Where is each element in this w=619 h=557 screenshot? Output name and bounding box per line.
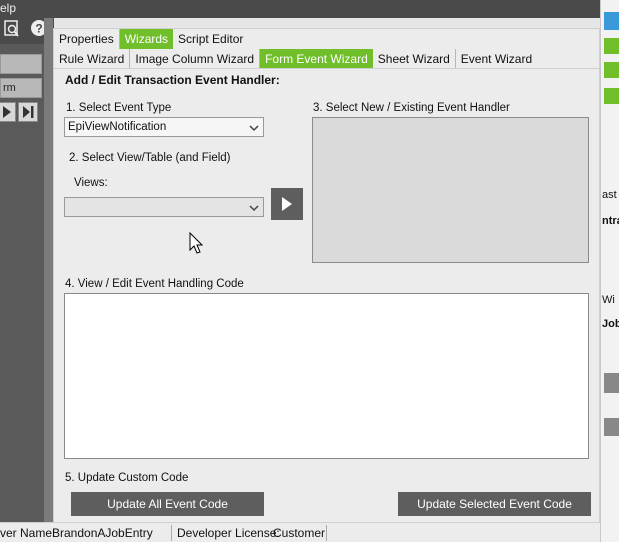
- status-license-value: Customer: [273, 526, 326, 540]
- add-view-button[interactable]: [271, 188, 303, 220]
- background-field-1[interactable]: [0, 54, 42, 74]
- status-license-label: Developer License:: [177, 526, 280, 540]
- status-bar: ver Name: BrandonAJobEntry Developer Lic…: [0, 522, 600, 542]
- tab-wizards[interactable]: Wizards: [119, 29, 174, 49]
- tab-sheet-wizard[interactable]: Sheet Wizard: [373, 49, 456, 68]
- event-type-select[interactable]: EpiViewNotification: [64, 117, 264, 137]
- views-select[interactable]: [64, 197, 264, 217]
- status-user-value: BrandonAJobEntry: [52, 526, 153, 540]
- dialog-left-edge: [44, 18, 53, 542]
- tab-image-column-wizard[interactable]: Image Column Wizard: [130, 49, 261, 68]
- help-menu[interactable]: elp: [0, 1, 16, 15]
- chevron-down-icon: [249, 121, 259, 139]
- views-label: Views:: [74, 177, 108, 189]
- tab-event-wizard[interactable]: Event Wizard: [456, 49, 537, 68]
- main-tab-strip: Properties Wizards Script Editor: [54, 29, 248, 49]
- background-app-right: ast I ntra Wi Job: [600, 0, 619, 557]
- event-type-value: EpiViewNotification: [68, 121, 167, 133]
- background-menubar: elp: [0, 0, 619, 18]
- event-code-editor[interactable]: [64, 293, 589, 459]
- window-bottom-edge: [0, 542, 619, 557]
- step2-label: 2. Select View/Table (and Field): [69, 152, 231, 164]
- status-user-label: ver Name:: [0, 526, 56, 540]
- play-arrow-icon: [271, 197, 303, 223]
- step3-label: 3. Select New / Existing Event Handler: [313, 102, 510, 114]
- tab-properties[interactable]: Properties: [54, 29, 120, 49]
- update-all-event-code-button[interactable]: Update All Event Code: [71, 492, 264, 516]
- tab-script-editor[interactable]: Script Editor: [173, 29, 248, 49]
- zoom-search-icon[interactable]: [4, 20, 20, 43]
- mouse-cursor-icon: [189, 231, 204, 257]
- customization-dialog: Properties Wizards Script Editor Rule Wi…: [53, 28, 600, 542]
- tab-form-event-wizard[interactable]: Form Event Wizard: [260, 49, 373, 68]
- step1-label: 1. Select Event Type: [66, 102, 172, 114]
- update-selected-event-code-button[interactable]: Update Selected Event Code: [398, 492, 591, 516]
- event-handler-list[interactable]: [312, 117, 589, 263]
- svg-text:?: ?: [35, 22, 42, 36]
- chevron-down-icon: [249, 201, 259, 219]
- panel-heading: Add / Edit Transaction Event Handler:: [65, 73, 280, 87]
- status-divider: [171, 525, 172, 541]
- skip-last-icon[interactable]: [18, 102, 38, 122]
- step5-label: 5. Update Custom Code: [65, 472, 189, 484]
- background-field-2[interactable]: rm: [0, 78, 42, 98]
- wizard-tab-strip: Rule Wizard Image Column Wizard Form Eve…: [54, 49, 599, 69]
- tab-rule-wizard[interactable]: Rule Wizard: [54, 49, 131, 68]
- status-divider: [326, 525, 327, 541]
- play-next-icon[interactable]: [0, 102, 16, 122]
- step4-label: 4. View / Edit Event Handling Code: [65, 278, 244, 290]
